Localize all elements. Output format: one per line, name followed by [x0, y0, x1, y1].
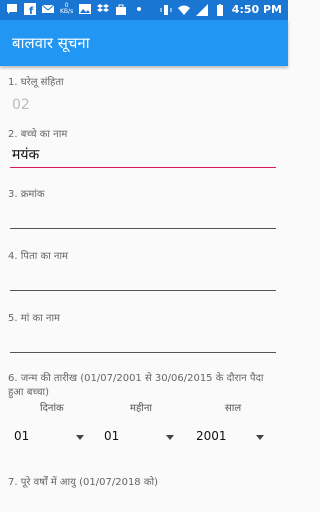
app-bar: बालवार सूचना [0, 20, 288, 66]
chevron-down-icon [256, 435, 264, 440]
month-dropdown[interactable]: 01 [100, 424, 180, 448]
dob-label-line1: 6. जन्म की तारीख (01/07/2001 से 30/06/20… [8, 373, 264, 384]
facebook-icon: f [24, 3, 36, 15]
child-name-input[interactable]: मयंक [10, 142, 276, 168]
chevron-down-icon [166, 435, 174, 440]
household-code-field: 02 [10, 92, 276, 116]
svg-text:f: f [29, 6, 34, 15]
clock: 4:50 PM [231, 3, 282, 16]
day-value: 01 [14, 429, 30, 443]
battery-icon [216, 3, 223, 16]
serial-number-input[interactable] [10, 202, 276, 229]
mother-name-input[interactable] [10, 326, 276, 353]
child-name-value: मयंक [12, 147, 40, 163]
sms-icon [7, 4, 17, 14]
age-label: 7. पूरे वर्षों में आयु (01/07/2018 को) [8, 477, 159, 488]
dot-icon [137, 7, 142, 11]
wifi-icon [177, 5, 190, 15]
mail-icon [42, 4, 54, 13]
father-name-input[interactable] [10, 264, 276, 291]
bag-icon [116, 4, 127, 15]
day-dropdown[interactable]: 01 [10, 424, 90, 448]
day-header: दिनांक [40, 403, 64, 414]
month-value: 01 [104, 429, 120, 443]
dob-label-line2: हुआ बच्चा) [8, 387, 50, 398]
image-icon [79, 4, 92, 14]
year-header: साल [225, 403, 242, 414]
chevron-down-icon [76, 435, 84, 440]
page-title: बालवार सूचना [12, 34, 90, 52]
serial-number-label: 3. क्रमांक [8, 189, 45, 200]
year-value: 2001 [196, 429, 227, 443]
child-name-label: 2. बच्चे का नाम [8, 129, 68, 140]
status-right-icons: 4:50 PM [160, 3, 282, 16]
dropbox-icon [97, 4, 110, 12]
signal-icon [195, 3, 208, 16]
network-speed: 0 KB/s [60, 2, 74, 15]
status-bar: f 0 KB/s 4:50 PM [0, 0, 288, 20]
father-name-label: 4. पिता का नाम [8, 251, 69, 262]
mother-name-label: 5. मां का नाम [8, 313, 61, 324]
month-header: महीना [130, 403, 153, 414]
year-dropdown[interactable]: 2001 [190, 424, 270, 448]
status-left-icons: f 0 KB/s [6, 3, 145, 15]
household-code-value: 02 [12, 97, 30, 113]
vibrate-icon [160, 4, 172, 15]
household-code-label: 1. घरेलू संहिता [8, 77, 64, 88]
